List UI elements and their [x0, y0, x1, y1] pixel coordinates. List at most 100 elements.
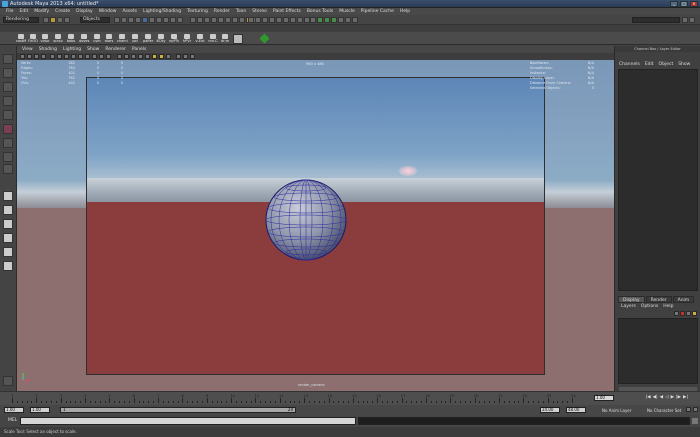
snap-view-icon[interactable]	[262, 17, 268, 23]
menu-window[interactable]: Window	[96, 8, 120, 15]
shelf-button[interactable]: npPTs	[169, 34, 179, 44]
command-language-label[interactable]: MEL	[8, 418, 17, 423]
ao-icon[interactable]	[159, 54, 164, 59]
shelf-button[interactable]: stars	[104, 34, 114, 44]
construct-icon[interactable]	[290, 17, 296, 23]
field-chart-icon[interactable]	[78, 54, 83, 59]
shelf-button[interactable]: KCity	[156, 34, 166, 44]
cb-menu-object[interactable]: Object	[659, 62, 674, 68]
open-scene-icon[interactable]	[50, 17, 56, 23]
autokey-icon[interactable]	[693, 407, 698, 412]
shelf-button[interactable]: hPVr	[182, 34, 192, 44]
history-icon[interactable]	[149, 17, 155, 23]
move-tool-icon[interactable]	[3, 96, 13, 106]
menu-toon[interactable]: Toon	[233, 8, 249, 15]
menu-modify[interactable]: Modify	[31, 8, 52, 15]
snap-live-icon[interactable]	[248, 17, 254, 23]
show-manip-icon[interactable]	[3, 164, 13, 174]
motion-blur-icon[interactable]	[166, 54, 171, 59]
layout-single-icon[interactable]	[3, 191, 13, 201]
layout-four-icon[interactable]	[3, 205, 13, 215]
anim-end-field[interactable]: 48.00	[566, 407, 586, 413]
vp-menu-panels[interactable]: Panels	[129, 46, 149, 53]
resolution-gate-icon[interactable]	[64, 54, 69, 59]
sel-deform-icon[interactable]	[218, 17, 224, 23]
vp-menu-show[interactable]: Show	[84, 46, 102, 53]
play-back-icon[interactable]: ◁	[665, 395, 668, 400]
cb-menu-channels[interactable]: Channels	[619, 62, 640, 68]
toggle-tool-settings-icon[interactable]	[689, 17, 695, 23]
lasso-tool-icon[interactable]	[3, 68, 13, 78]
shadows-icon[interactable]	[152, 54, 157, 59]
snap-together-icon[interactable]	[269, 17, 275, 23]
input-line-field[interactable]	[632, 17, 680, 23]
perspective-viewport[interactable]: Verts: 382 0 0 Edges: 764 0 0 Faces: 401 0 0 Tris…	[17, 60, 614, 391]
menu-lighting-shading[interactable]: Lighting/Shading	[140, 8, 184, 15]
anim-prefs-icon[interactable]	[686, 407, 691, 412]
ipr-render-icon[interactable]	[324, 17, 330, 23]
new-scene-icon[interactable]	[43, 17, 49, 23]
hypershade-icon[interactable]	[338, 17, 344, 23]
maximize-button[interactable]: □	[680, 1, 688, 7]
save-scene-icon[interactable]	[57, 17, 63, 23]
playback-start-field[interactable]: 1.00	[30, 407, 50, 413]
recent-tool-icon[interactable]	[3, 376, 13, 386]
shelf-button[interactable]: vldur	[40, 34, 50, 44]
shelf-button[interactable]: sccsv	[53, 34, 63, 44]
snap-plane-icon[interactable]	[135, 17, 141, 23]
menu-texturing[interactable]: Texturing	[184, 8, 211, 15]
menu-create[interactable]: Create	[52, 8, 73, 15]
go-to-end-icon[interactable]: ▶|	[683, 395, 688, 400]
sel-render-icon[interactable]	[232, 17, 238, 23]
shelf-button[interactable]: poi	[130, 34, 140, 44]
menu-bonus-tools[interactable]: Bonus Tools	[304, 8, 336, 15]
camera-attr-icon[interactable]	[27, 54, 32, 59]
image-plane-icon[interactable]	[233, 34, 243, 44]
sel-dynamic-icon[interactable]	[225, 17, 231, 23]
sel-joint-icon[interactable]	[197, 17, 203, 23]
layout-outliner-icon[interactable]	[3, 233, 13, 243]
select-mode-icon[interactable]	[64, 17, 70, 23]
layer-menu-help[interactable]: Help	[663, 304, 673, 309]
vp-menu-renderer[interactable]: Renderer	[102, 46, 129, 53]
render-view-icon[interactable]	[310, 17, 316, 23]
menu-edit[interactable]: Edit	[17, 8, 32, 15]
shelf-button[interactable]: paifer	[143, 34, 153, 44]
vp-menu-shading[interactable]: Shading	[36, 46, 60, 53]
shelf-button[interactable]: chami	[117, 34, 128, 44]
poly-sphere[interactable]	[265, 179, 347, 261]
menu-muscle[interactable]: Muscle	[336, 8, 358, 15]
sel-misc-icon[interactable]	[239, 17, 245, 23]
output-icon[interactable]	[163, 17, 169, 23]
render-globals-icon[interactable]	[352, 17, 358, 23]
wireframe-on-shaded-icon[interactable]	[117, 54, 122, 59]
construction-icon[interactable]	[170, 17, 176, 23]
xray-icon[interactable]	[124, 54, 129, 59]
safe-action-icon[interactable]	[85, 54, 90, 59]
isolate-select-icon[interactable]	[176, 54, 181, 59]
paint-select-icon[interactable]	[3, 82, 13, 92]
menu-file[interactable]: File	[3, 8, 17, 15]
sel-curve-icon[interactable]	[204, 17, 210, 23]
sel-surface-icon[interactable]	[211, 17, 217, 23]
make-live-icon[interactable]	[276, 17, 282, 23]
playback-end-field[interactable]: 24.00	[540, 407, 560, 413]
shelf-button[interactable]: mn-C	[208, 34, 218, 44]
menu-pipeline-cache[interactable]: Pipeline Cache	[358, 8, 397, 15]
new-layer-selected-icon[interactable]	[686, 311, 691, 316]
shelf-button[interactable]: dr;m	[220, 34, 230, 44]
tab-display[interactable]: Display	[618, 296, 645, 303]
move-layer-up-icon[interactable]	[674, 311, 679, 316]
shelf-button[interactable]: FirOO	[28, 34, 38, 44]
new-layer-icon[interactable]	[680, 311, 685, 316]
menu-render[interactable]: Render	[211, 8, 233, 15]
camera-select-icon[interactable]	[20, 54, 25, 59]
manipulator-icon[interactable]	[3, 138, 13, 148]
bookmark-icon[interactable]	[34, 54, 39, 59]
film-gate-icon[interactable]	[57, 54, 62, 59]
layout-two-icon[interactable]	[3, 219, 13, 229]
wireframe-icon[interactable]	[99, 54, 104, 59]
render-settings-icon[interactable]	[331, 17, 337, 23]
snap-grid-icon[interactable]	[114, 17, 120, 23]
go-to-start-icon[interactable]: |◀	[646, 395, 651, 400]
